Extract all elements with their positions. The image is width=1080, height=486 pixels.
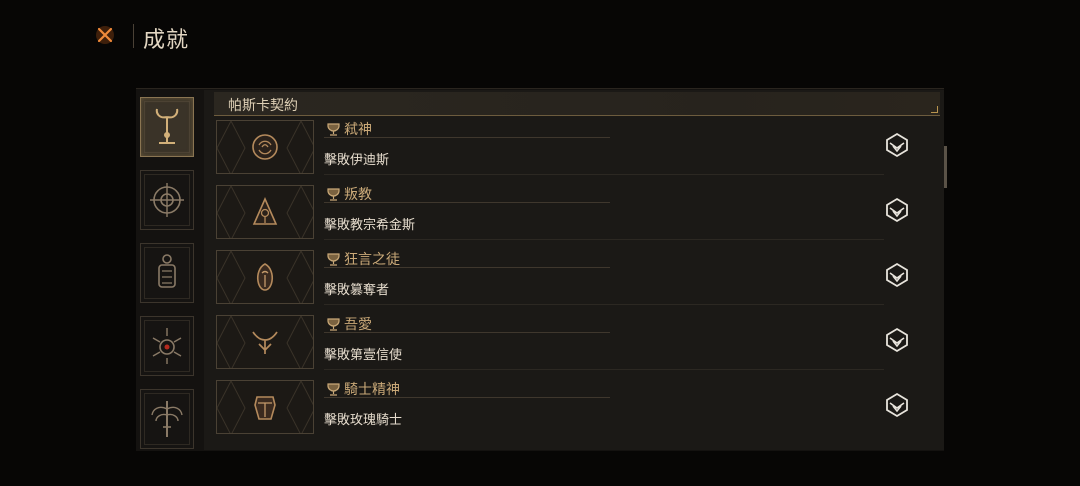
achievement-description: 擊敗第壹信使 [324,348,403,363]
achievement-thumbnail [216,380,314,434]
reward-emblem-icon[interactable] [884,132,910,158]
close-button[interactable] [92,22,118,48]
achievement-title-bar: 吾愛 [324,315,610,333]
category-header-label: 帕斯卡契約 [228,98,298,114]
achievement-title-bar: 弒神 [324,120,610,138]
achievement-title-bar: 狂言之徒 [324,250,610,268]
spiked-eye-icon [152,328,182,364]
achievement-description: 擊敗伊迪斯 [324,153,390,168]
horned-crown-icon [252,331,278,354]
row-divider [324,369,884,370]
achievement-thumbnail [216,185,314,239]
achievement-thumbnail [216,315,314,369]
reward-emblem-icon[interactable] [884,262,910,288]
category-tab-eye[interactable] [140,316,194,376]
trophy-icon [327,123,340,136]
page-title: 成就 [143,28,190,53]
reward-emblem-icon[interactable] [884,197,910,223]
achievement-name: 弒神 [344,122,372,138]
title-divider [133,24,134,48]
trophy-icon [327,383,340,396]
achievement-description: 擊敗玫瑰騎士 [324,413,403,428]
achievement-title-bar: 叛教 [324,185,610,203]
trophy-icon [327,253,340,266]
robed-figure-icon [256,263,274,291]
knight-helm-icon [254,396,276,420]
achievement-name: 叛教 [344,187,372,203]
row-divider [324,239,884,240]
achievement-thumbnail [216,250,314,304]
achievement-title-bar: 騎士精神 [324,380,610,398]
category-header: 帕斯卡契約 [214,92,940,116]
achievement-description: 擊敗教宗希金斯 [324,218,416,233]
row-divider [324,304,884,305]
row-divider [324,174,884,175]
achievement-name: 狂言之徒 [344,252,400,268]
reward-emblem-icon[interactable] [884,327,910,353]
hooded-pope-icon [252,197,278,225]
close-icon [96,26,114,44]
achievement-row[interactable]: 弒神 擊敗伊迪斯 [216,118,916,178]
lantern-icon [158,254,176,288]
target-sigil-icon [150,183,184,217]
trophy-icon [327,318,340,331]
reward-emblem-icon[interactable] [884,392,910,418]
category-tab-trident[interactable] [140,97,194,157]
achievement-description: 擊敗篡奪者 [324,283,390,298]
achievement-row[interactable]: 狂言之徒 擊敗篡奪者 [216,248,916,308]
category-tab-target[interactable] [140,170,194,230]
achievement-row[interactable]: 騎士精神 擊敗玫瑰騎士 [216,378,916,438]
wing-sword-icon [151,401,183,437]
achievement-thumbnail [216,120,314,174]
ornate-trident-icon [155,108,179,144]
rose-bloom-icon [252,134,278,160]
achievement-row[interactable]: 叛教 擊敗教宗希金斯 [216,183,916,243]
scrollbar[interactable] [944,146,947,188]
trophy-icon [327,188,340,201]
category-tab-wing-sword[interactable] [140,389,194,449]
category-tab-lantern[interactable] [140,243,194,303]
achievement-name: 吾愛 [344,317,372,333]
achievement-name: 騎士精神 [344,382,400,398]
achievement-row[interactable]: 吾愛 擊敗第壹信使 [216,313,916,373]
